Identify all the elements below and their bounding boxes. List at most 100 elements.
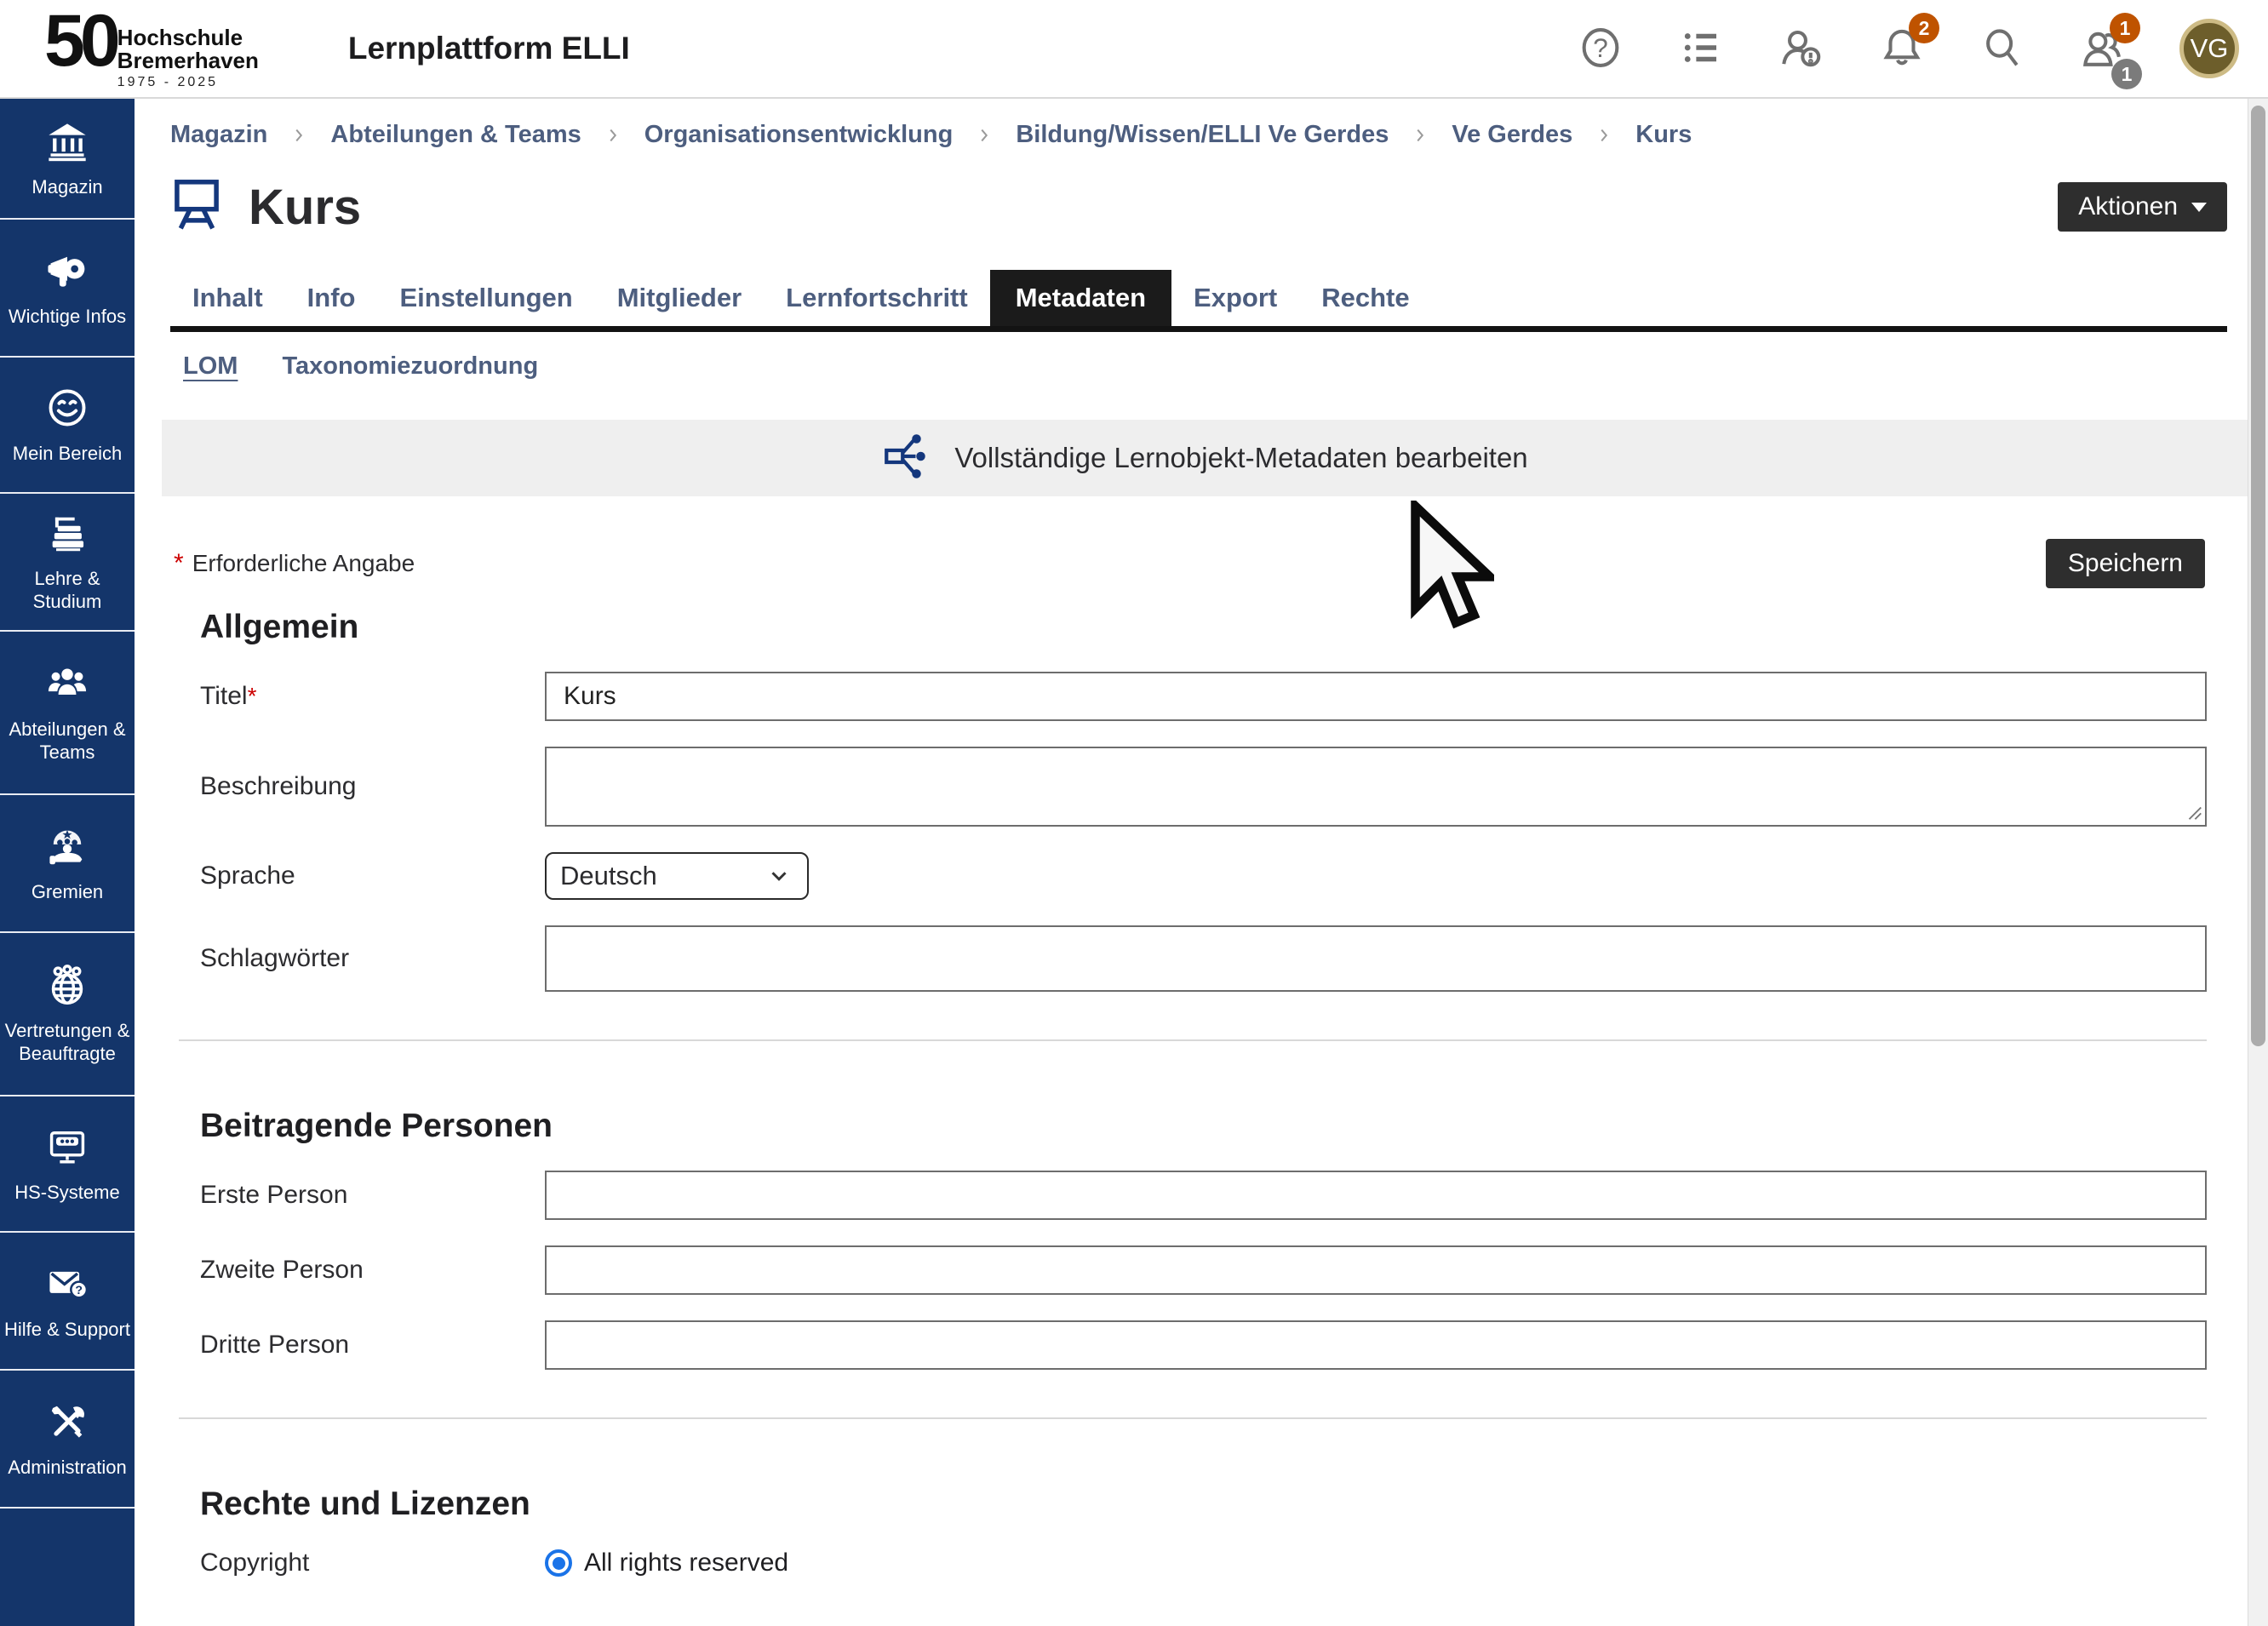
share-hub-icon [881, 431, 932, 486]
required-asterisk: * [248, 683, 257, 709]
breadcrumb-item-organisationsentwicklung[interactable]: Organisationsentwicklung [644, 121, 954, 149]
beschreibung-textarea[interactable] [545, 747, 2207, 827]
user-alert-icon [1778, 25, 1824, 73]
breadcrumb-item-kurs: Kurs [1635, 121, 1692, 149]
tab-info[interactable]: Info [285, 270, 378, 326]
main-menu-button[interactable] [1677, 25, 1725, 72]
dritte-person-label: Dritte Person [200, 1331, 545, 1360]
hochschule-bremerhaven-logo[interactable]: 50 Hochschule Bremerhaven 1975 - 2025 [44, 8, 259, 90]
schlagwoerter-input[interactable] [545, 925, 2207, 992]
help-circle-icon: ? [1578, 25, 1624, 73]
form-row-dritte-person: Dritte Person [200, 1320, 2207, 1370]
notifications-button[interactable]: 2 [1878, 25, 1926, 72]
contacts-button[interactable]: 1 1 [2079, 25, 2127, 72]
sidebar-item-vertretungen-beauftragte[interactable]: Vertretungen & Beauftragte [0, 933, 135, 1096]
page-title-row: Kurs Aktionen [169, 175, 2227, 239]
metadata-form: Allgemein Titel* Beschreibung Sprache [135, 609, 2248, 1577]
sidebar-item-label: Vertretungen & Beauftragte [3, 1019, 131, 1065]
logo-50-mark: 50 [44, 8, 116, 74]
form-header: *Erforderliche Angabe Speichern [174, 539, 2205, 588]
subtab-lom[interactable]: LOM [183, 352, 238, 381]
beschreibung-field-wrap [545, 747, 2207, 827]
tab-lernfortschritt[interactable]: Lernfortschritt [764, 270, 990, 326]
tab-einstellungen[interactable]: Einstellungen [377, 270, 594, 326]
committee-icon [45, 824, 89, 868]
tab-mitglieder[interactable]: Mitglieder [595, 270, 764, 326]
sidebar-item-label: Gremien [32, 880, 103, 903]
sidebar-item-label: Wichtige Infos [9, 305, 126, 328]
people-group-icon [45, 661, 89, 706]
sprache-select[interactable]: Deutsch [545, 852, 809, 900]
sidebar-item-label: Abteilungen & Teams [3, 718, 131, 764]
sidebar-item-gremien[interactable]: Gremien [0, 795, 135, 933]
tab-inhalt[interactable]: Inhalt [170, 270, 285, 326]
sidebar-item-wichtige-infos[interactable]: Wichtige Infos [0, 220, 135, 358]
page-title: Kurs [249, 179, 361, 236]
contacts-badge-bottom: 1 [2111, 59, 2142, 89]
breadcrumb-item-abteilungen[interactable]: Abteilungen & Teams [330, 121, 581, 149]
erste-person-input[interactable] [545, 1171, 2207, 1220]
actions-button[interactable]: Aktionen [2058, 182, 2227, 232]
tab-rechte[interactable]: Rechte [1299, 270, 1431, 326]
zweite-person-input[interactable] [545, 1245, 2207, 1295]
mail-question-icon: ? [45, 1262, 89, 1306]
schlagwoerter-label: Schlagwörter [200, 944, 545, 973]
vertical-scrollbar-track[interactable] [2248, 99, 2268, 1626]
banner-label: Vollständige Lernobjekt-Metadaten bearbe… [954, 442, 1527, 474]
sidebar-item-label: Magazin [32, 175, 102, 198]
sidebar-item-lehre-studium[interactable]: Lehre & Studium [0, 494, 135, 632]
tab-export[interactable]: Export [1171, 270, 1299, 326]
sidebar-item-hilfe-support[interactable]: ? Hilfe & Support [0, 1233, 135, 1371]
screen: 50 Hochschule Bremerhaven 1975 - 2025 Le… [0, 0, 2268, 1626]
breadcrumb-item-magazin[interactable]: Magazin [170, 121, 267, 149]
radio-all-rights-reserved[interactable] [545, 1549, 572, 1577]
svg-text:?: ? [75, 1283, 83, 1297]
form-row-sprache: Sprache Deutsch [200, 852, 2207, 900]
sprache-selected-value: Deutsch [560, 861, 657, 891]
sidebar-item-mein-bereich[interactable]: Mein Bereich [0, 358, 135, 494]
bank-icon [45, 119, 89, 163]
sidebar-item-administration[interactable]: Administration [0, 1371, 135, 1509]
form-row-schlagwoerter: Schlagwörter [200, 925, 2207, 992]
sidebar-item-abteilungen-teams[interactable]: Abteilungen & Teams [0, 632, 135, 795]
chevron-right-icon [604, 126, 622, 145]
chevron-right-icon [1595, 126, 1613, 145]
search-button[interactable] [1979, 25, 2026, 72]
chevron-right-icon [975, 126, 994, 145]
form-row-zweite-person: Zweite Person [200, 1245, 2207, 1295]
copyright-label: Copyright [200, 1549, 545, 1577]
chevron-right-icon [1411, 126, 1429, 145]
top-header: 50 Hochschule Bremerhaven 1975 - 2025 Le… [0, 0, 2268, 99]
sidebar-item-hs-systeme[interactable]: HS-Systeme [0, 1096, 135, 1233]
section-heading-rechte: Rechte und Lizenzen [200, 1486, 2207, 1523]
help-button[interactable]: ? [1577, 25, 1624, 72]
tools-icon [45, 1400, 89, 1444]
section-divider [179, 1417, 2207, 1419]
awareness-button[interactable] [1778, 25, 1825, 72]
required-asterisk: * [174, 549, 184, 577]
chevron-down-icon [766, 863, 792, 889]
bullet-list-icon [1678, 25, 1724, 73]
edit-full-metadata-banner[interactable]: Vollständige Lernobjekt-Metadaten bearbe… [162, 420, 2248, 496]
header-icon-bar: ? [1577, 19, 2239, 78]
megaphone-icon [45, 249, 89, 293]
sprache-label: Sprache [200, 862, 545, 890]
vertical-scrollbar-thumb[interactable] [2251, 106, 2265, 1046]
sidebar: Magazin Wichtige Infos Me [0, 99, 135, 1626]
form-row-erste-person: Erste Person [200, 1171, 2207, 1220]
breadcrumb-item-bildung-wissen[interactable]: Bildung/Wissen/ELLI Ve Gerdes [1016, 121, 1389, 149]
tab-metadaten[interactable]: Metadaten [990, 270, 1171, 326]
save-button[interactable]: Speichern [2046, 539, 2205, 588]
form-row-beschreibung: Beschreibung [200, 747, 2207, 827]
dritte-person-input[interactable] [545, 1320, 2207, 1370]
caret-down-icon [2191, 203, 2207, 212]
subtab-taxonomiezuordnung[interactable]: Taxonomiezuordnung [282, 352, 538, 381]
sidebar-item-magazin[interactable]: Magazin [0, 99, 135, 220]
user-avatar[interactable]: VG [2179, 19, 2239, 78]
beschreibung-label: Beschreibung [200, 772, 545, 801]
titel-input[interactable] [545, 672, 2207, 721]
tab-bar: Inhalt Info Einstellungen Mitglieder Ler… [170, 270, 2227, 332]
copyright-option: All rights reserved [545, 1549, 2207, 1577]
sidebar-item-label: HS-Systeme [14, 1181, 119, 1204]
breadcrumb-item-ve-gerdes[interactable]: Ve Gerdes [1452, 121, 1572, 149]
